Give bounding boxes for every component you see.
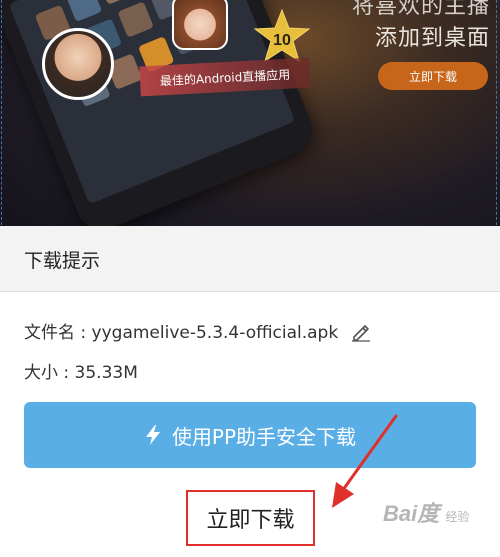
watermark-text: Bai度	[383, 501, 440, 526]
filename-label: 文件名 : yygamelive-5.3.4-official.apk	[24, 323, 339, 343]
pp-safe-download-button[interactable]: 使用PP助手安全下载	[24, 402, 476, 468]
dialog-title: 下载提示	[24, 250, 101, 272]
lightning-bolt-icon	[145, 425, 160, 445]
selection-border	[1, 0, 497, 225]
arrow-icon	[332, 414, 398, 508]
file-size: 大小 : 35.33M	[24, 363, 138, 383]
watermark-sub: 经验	[445, 510, 470, 524]
watermark: Bai度 经验	[383, 496, 495, 536]
edit-pencil-icon[interactable]	[350, 320, 372, 342]
filename-row: 文件名 : yygamelive-5.3.4-official.apk	[24, 318, 372, 343]
promo-banner: 10 最佳的Android直播应用 将喜欢的主播 添加到桌面 立即下载	[0, 0, 500, 226]
now-download-button[interactable]: 立即下载	[186, 490, 315, 546]
now-download-label: 立即下载	[206, 508, 295, 533]
dialog-header: 下载提示	[0, 226, 500, 292]
